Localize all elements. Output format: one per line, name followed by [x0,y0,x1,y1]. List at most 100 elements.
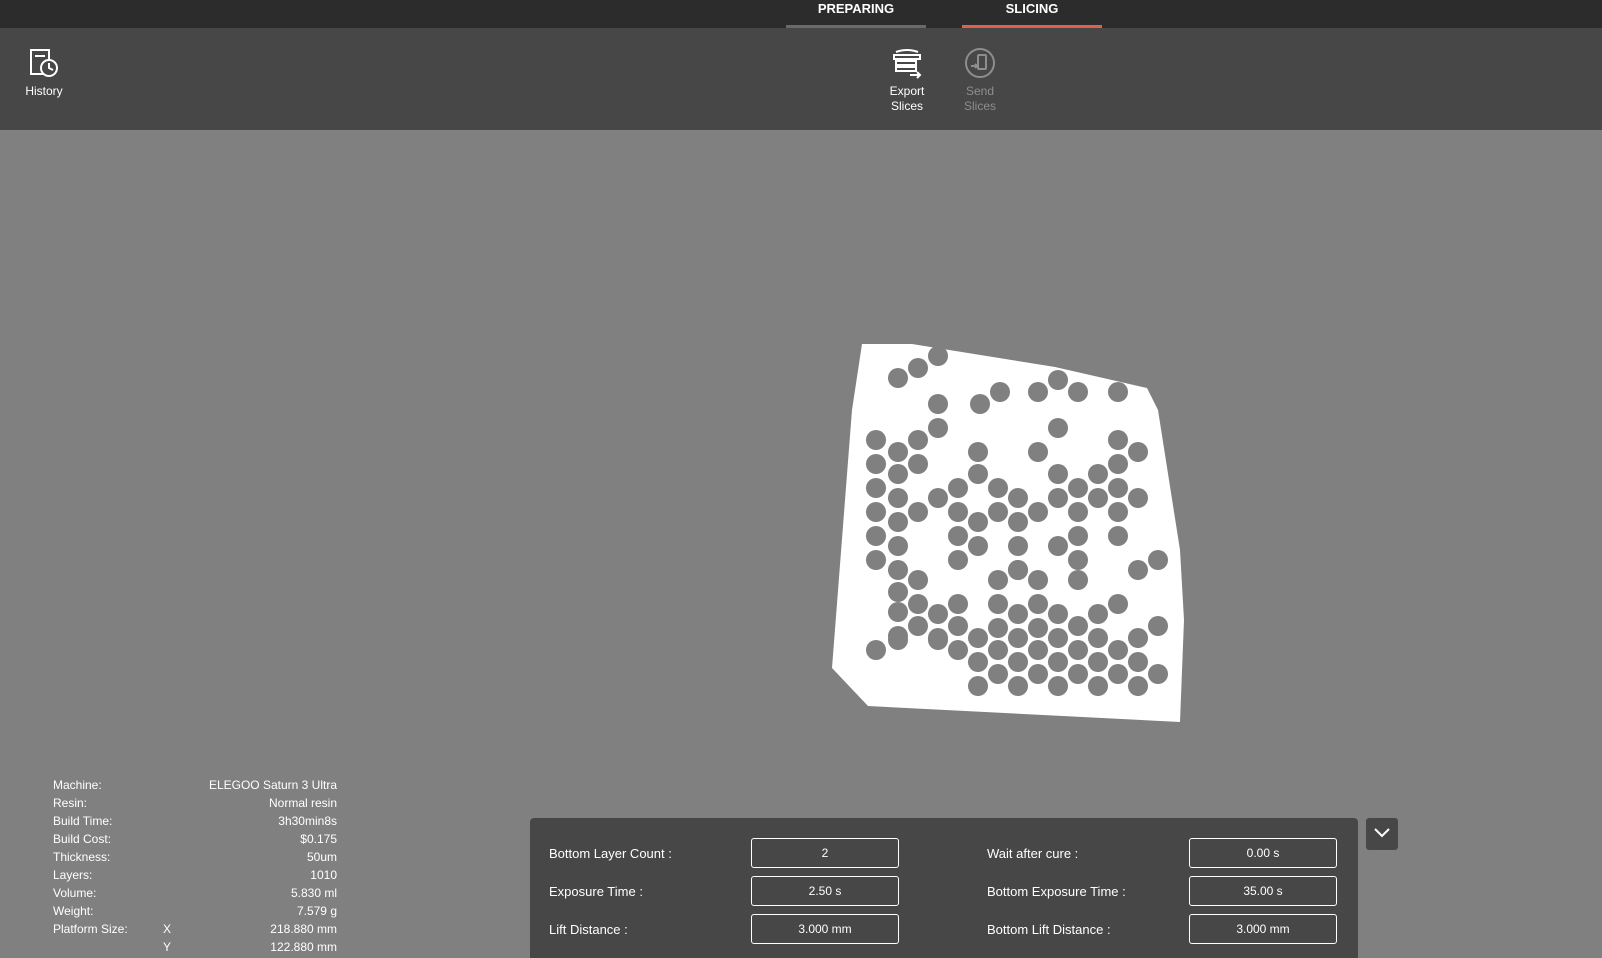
slice-hole [1068,526,1088,546]
slice-hole [1148,664,1168,684]
axis-label: Y [163,940,172,954]
slice-hole [1008,604,1028,624]
slice-hole [1008,676,1028,696]
tab-preparing[interactable]: PREPARING [786,0,926,28]
slice-hole [928,346,948,366]
slice-hole [988,640,1008,660]
slice-hole [948,640,968,660]
slice-preview [832,344,1184,722]
slice-hole [1028,570,1048,590]
export-slices-button[interactable]: Export Slices [872,46,942,114]
slice-hole [1048,418,1068,438]
slice-hole [1108,640,1128,660]
slice-hole [928,418,948,438]
slice-hole [968,628,988,648]
slice-hole [1068,382,1088,402]
slice-hole [1008,536,1028,556]
slice-hole [1028,640,1048,660]
slice-hole [908,570,928,590]
slice-hole [1108,502,1128,522]
slice-hole [928,630,948,650]
slice-hole [1048,676,1068,696]
slice-hole [1148,550,1168,570]
info-value: 218.880 mm [270,922,337,936]
slice-hole [1048,536,1068,556]
wait-after-cure-label: Wait after cure : [987,846,1079,861]
bottom-lift-distance-field[interactable]: 3.000 mm [1189,914,1337,944]
slice-hole [908,358,928,378]
slice-hole [988,618,1008,638]
slice-hole [948,502,968,522]
info-build-cost: Build Cost: $0.175 [53,830,337,848]
send-slices-icon [965,48,995,78]
slice-hole [988,570,1008,590]
slice-hole [866,478,886,498]
slice-hole [908,594,928,614]
slice-hole [988,478,1008,498]
slice-hole [948,594,968,614]
slice-hole [1008,628,1028,648]
export-slices-label: Export Slices [889,84,925,113]
slice-hole [1048,628,1068,648]
bottom-exposure-time-label: Bottom Exposure Time : [987,884,1126,899]
slice-hole [908,454,928,474]
slice-hole [1028,618,1048,638]
info-volume: Volume: 5.830 ml [53,884,337,902]
slice-parameters-panel: Bottom Layer Count : 2 Wait after cure :… [530,818,1358,958]
info-layers: Layers: 1010 [53,866,337,884]
slice-hole [888,582,908,602]
slice-hole [1128,488,1148,508]
info-platform-y: Y 122.880 mm [53,938,337,956]
toolbar: History Export Slices Send Slices [0,28,1602,130]
slice-hole [1008,652,1028,672]
tab-slicing[interactable]: SLICING [962,0,1102,28]
slice-hole [1088,676,1108,696]
info-weight: Weight: 7.579 g [53,902,337,920]
slice-hole [888,464,908,484]
slice-hole [1088,488,1108,508]
info-value: 7.579 g [296,904,337,918]
param-row: Bottom Layer Count : 2 Wait after cure :… [530,838,1358,872]
slice-hole [968,676,988,696]
slice-hole [888,536,908,556]
slice-hole [1108,478,1128,498]
slice-hole [1068,640,1088,660]
slice-hole [970,394,990,414]
slice-hole [1028,442,1048,462]
slice-hole [948,478,968,498]
history-button[interactable]: History [9,46,79,99]
slice-hole [866,526,886,546]
wait-after-cure-field[interactable]: 0.00 s [1189,838,1337,868]
info-key: Resin: [53,796,88,810]
lift-distance-field[interactable]: 3.000 mm [751,914,899,944]
slice-hole [1068,550,1088,570]
collapse-panel-button[interactable] [1366,818,1398,850]
bottom-exposure-time-field[interactable]: 35.00 s [1189,876,1337,906]
slice-hole [928,488,948,508]
slice-hole [1048,488,1068,508]
send-slices-button[interactable]: Send Slices [945,46,1015,114]
slice-hole [888,560,908,580]
slice-hole [1088,604,1108,624]
slice-hole [908,616,928,636]
slice-hole [888,442,908,462]
slice-hole [888,368,908,388]
info-value: 1010 [310,868,337,882]
chevron-down-icon [1374,828,1390,838]
slice-hole [988,502,1008,522]
info-value: Normal resin [268,796,337,810]
info-value: ELEGOO Saturn 3 Ultra [208,778,337,792]
param-row: Exposure Time : 2.50 s Bottom Exposure T… [530,876,1358,910]
slice-hole [1088,652,1108,672]
exposure-time-field[interactable]: 2.50 s [751,876,899,906]
slice-hole [1048,652,1068,672]
slice-hole [928,604,948,624]
slice-hole [1108,526,1128,546]
info-value: $0.175 [300,832,337,846]
slice-hole [1028,382,1048,402]
bottom-layer-count-field[interactable]: 2 [751,838,899,868]
slice-hole [968,512,988,532]
slice-hole [1128,652,1148,672]
slice-hole [866,430,886,450]
print-info: Machine: ELEGOO Saturn 3 Ultra Resin: No… [53,776,337,956]
